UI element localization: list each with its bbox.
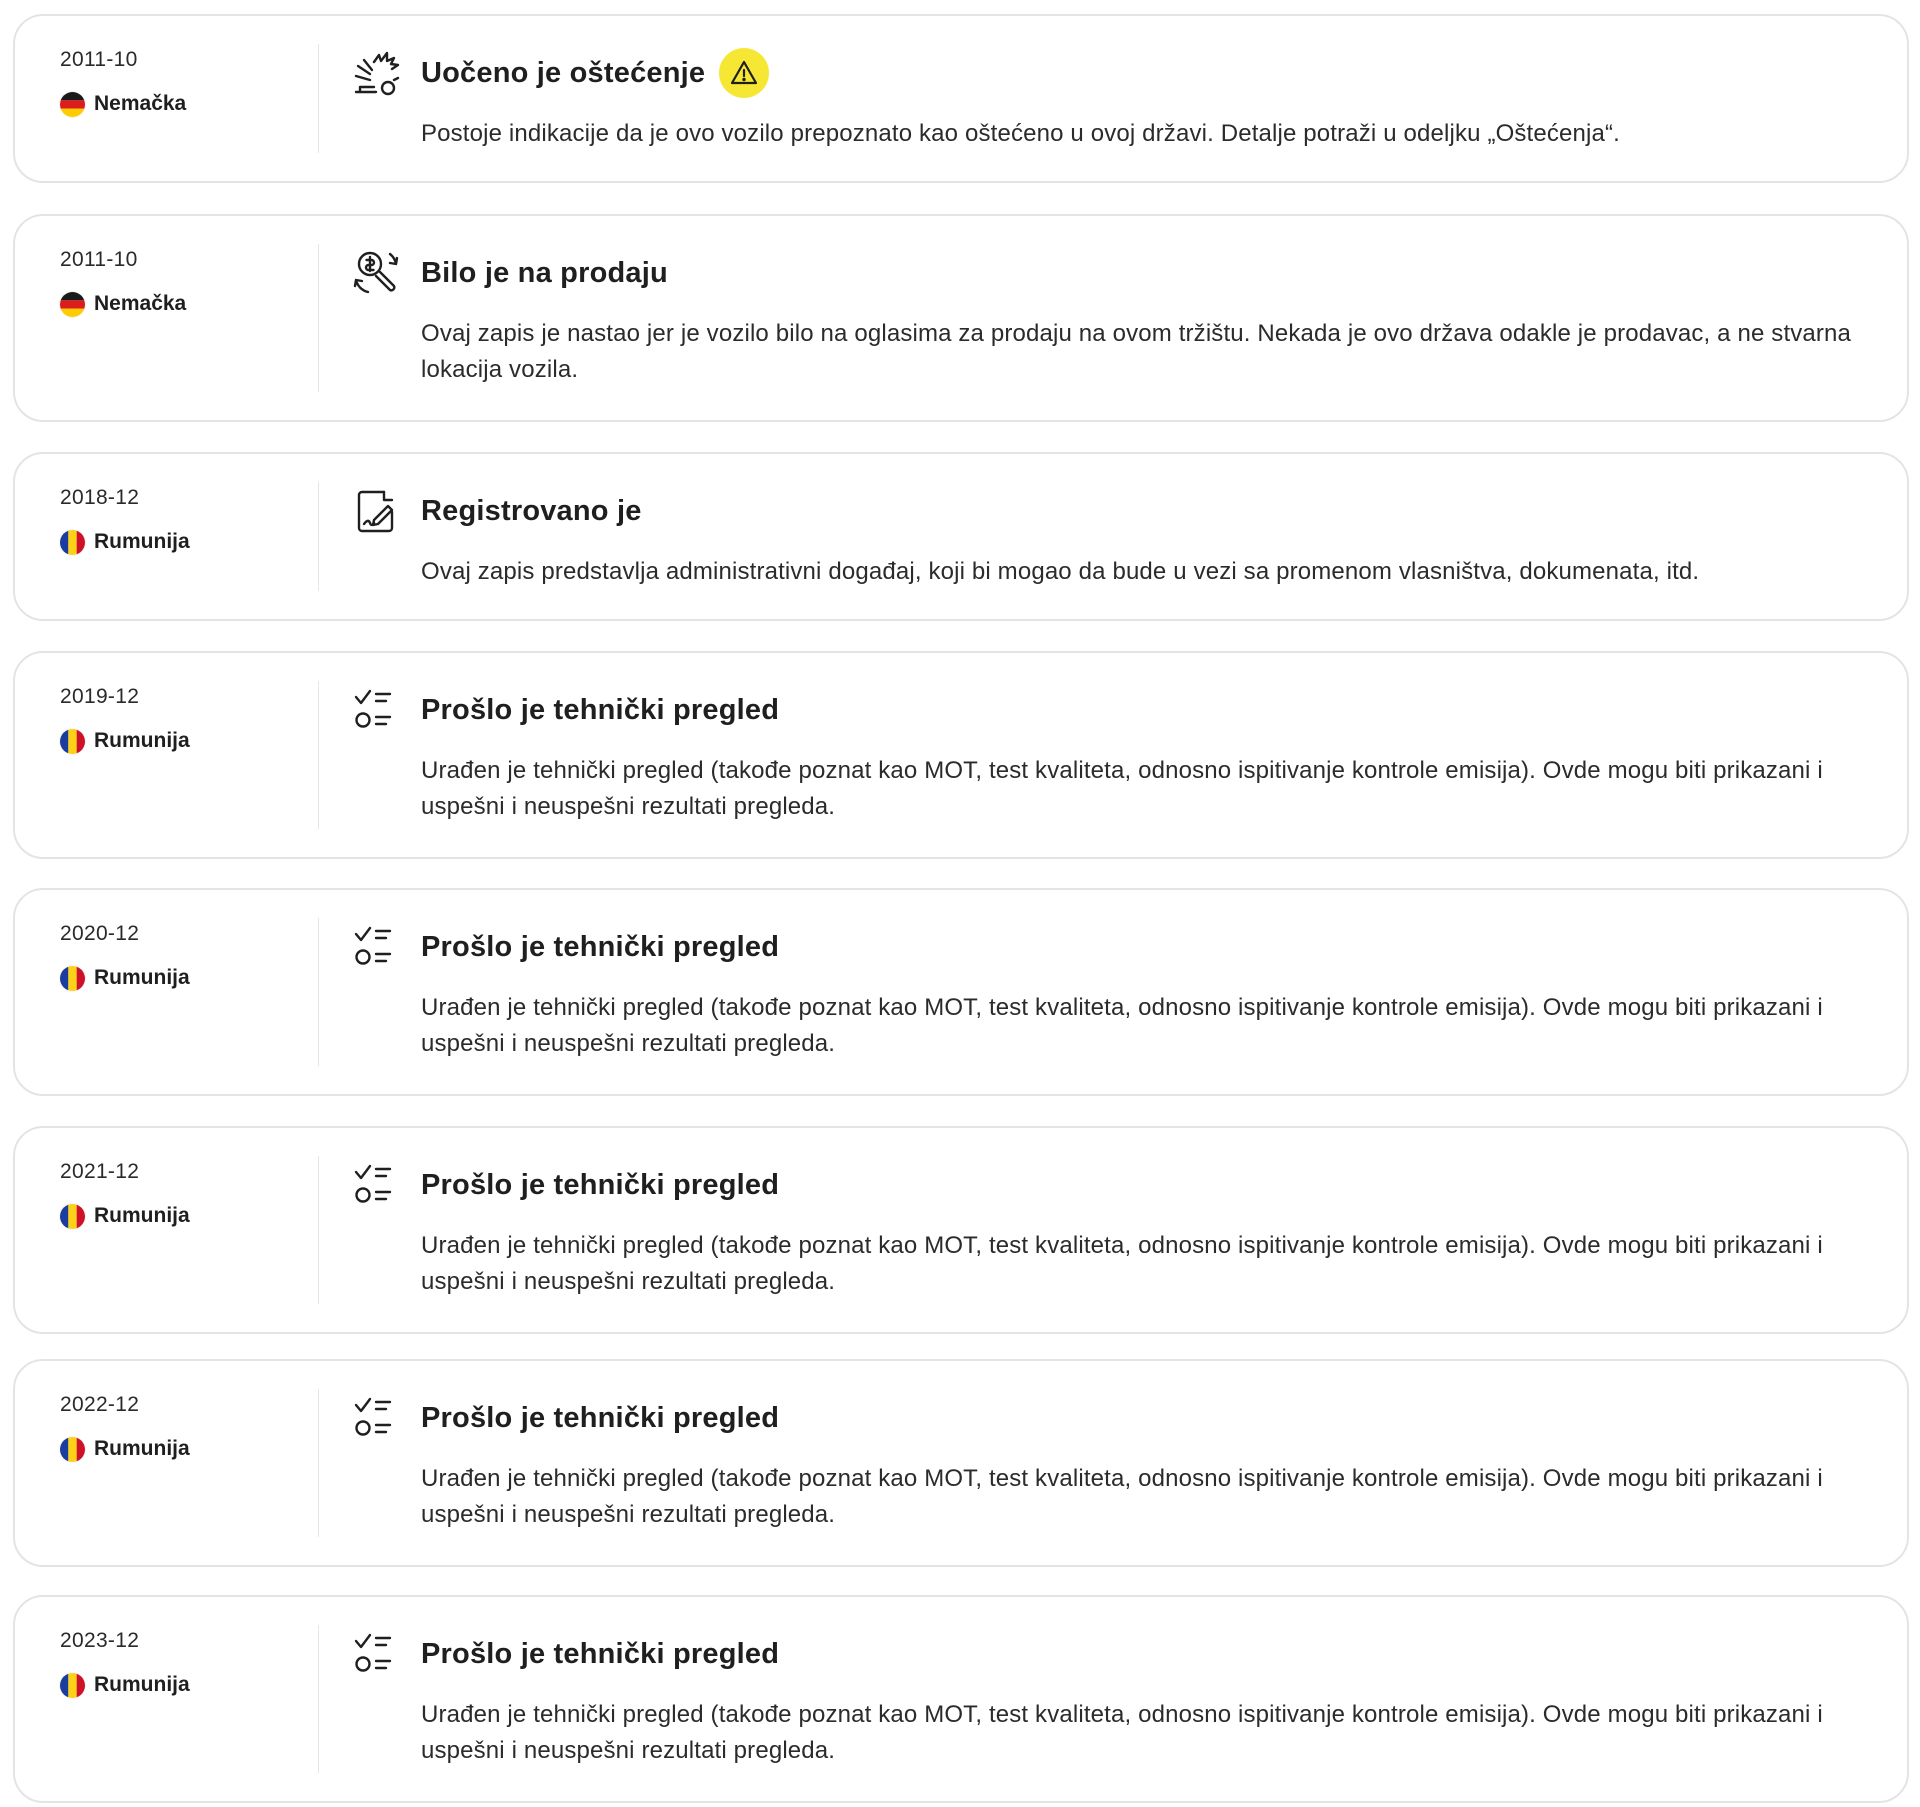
event-title-row: Uočeno je oštećenje	[421, 46, 770, 100]
event-country-label: Rumunija	[94, 966, 190, 989]
romania-flag-icon	[60, 1436, 85, 1462]
card-divider	[318, 482, 319, 591]
event-title: Prošlo je tehnički pregled	[421, 1637, 780, 1670]
romania-flag-icon	[60, 529, 85, 555]
event-description: Ovaj zapis je nastao jer je vozilo bilo …	[421, 320, 1852, 383]
event-country-label: Rumunija	[94, 530, 190, 553]
card-divider	[318, 44, 319, 153]
event-meta: 2011-10 Nemačka	[60, 246, 300, 318]
event-description: Urađen je tehnički pregled (takođe pozna…	[421, 757, 1823, 820]
checklist-icon	[350, 1627, 404, 1681]
event-title: Prošlo je tehnički pregled	[421, 930, 780, 963]
event-meta: 2018-12 Rumunija	[60, 484, 300, 556]
event-description: Postoje indikacije da je ovo vozilo prep…	[421, 120, 1620, 147]
romania-flag-icon	[60, 1672, 85, 1698]
romania-flag-icon	[60, 965, 85, 991]
event-description: Urađen je tehnički pregled (takođe pozna…	[421, 1701, 1823, 1764]
timeline-event-card: 2023-12 Rumunija Prošlo je tehnički preg…	[13, 1595, 1909, 1803]
event-description: Urađen je tehnički pregled (takođe pozna…	[421, 994, 1823, 1057]
checklist-icon	[350, 1391, 404, 1445]
for-sale-icon	[350, 246, 404, 300]
timeline-event-card: 2020-12 Rumunija Prošlo je tehnički preg…	[13, 888, 1909, 1096]
timeline-event-card: 2011-10 Nemačka Bilo je na prodaju Ovaj …	[13, 214, 1909, 422]
event-country-label: Rumunija	[94, 1204, 190, 1227]
event-description: Urađen je tehnički pregled (takođe pozna…	[421, 1232, 1823, 1295]
event-date: 2011-10	[60, 48, 138, 71]
checklist-icon	[350, 1158, 404, 1212]
registration-document-icon	[350, 484, 404, 538]
event-title-row: Prošlo je tehnički pregled	[421, 1627, 779, 1681]
event-country-label: Rumunija	[94, 729, 190, 752]
event-meta: 2020-12 Rumunija	[60, 920, 300, 992]
card-divider	[318, 244, 319, 392]
card-divider	[318, 1625, 319, 1773]
vehicle-history-timeline: 2011-10 Nemačka Uočeno je oštećenje Post…	[0, 0, 1920, 1807]
event-meta: 2011-10 Nemačka	[60, 46, 300, 118]
romania-flag-icon	[60, 728, 85, 754]
event-title-row: Prošlo je tehnički pregled	[421, 1158, 779, 1212]
card-divider	[318, 918, 319, 1066]
timeline-event-card: 2019-12 Rumunija Prošlo je tehnički preg…	[13, 651, 1909, 859]
event-date: 2011-10	[60, 248, 138, 271]
event-title-row: Prošlo je tehnički pregled	[421, 920, 779, 974]
event-date: 2019-12	[60, 685, 140, 708]
event-country-label: Rumunija	[94, 1437, 190, 1460]
event-title-row: Prošlo je tehnički pregled	[421, 1391, 779, 1445]
event-date: 2023-12	[60, 1629, 140, 1652]
card-divider	[318, 1156, 319, 1304]
event-country-label: Nemačka	[94, 92, 187, 115]
timeline-event-card: 2011-10 Nemačka Uočeno je oštećenje Post…	[13, 14, 1909, 183]
timeline-event-card: 2022-12 Rumunija Prošlo je tehnički preg…	[13, 1359, 1909, 1567]
event-country: Rumunija	[60, 528, 300, 556]
event-title: Prošlo je tehnički pregled	[421, 693, 780, 726]
timeline-event-card: 2018-12 Rumunija Registrovano je Ovaj za…	[13, 452, 1909, 621]
checklist-icon	[350, 920, 404, 974]
timeline-event-card: 2021-12 Rumunija Prošlo je tehnički preg…	[13, 1126, 1909, 1334]
event-meta: 2019-12 Rumunija	[60, 683, 300, 755]
event-description: Urađen je tehnički pregled (takođe pozna…	[421, 1465, 1823, 1528]
event-title: Prošlo je tehnički pregled	[421, 1401, 780, 1434]
event-title: Registrovano je	[421, 494, 642, 527]
event-date: 2021-12	[60, 1160, 140, 1183]
event-country-label: Nemačka	[94, 292, 187, 315]
event-description: Ovaj zapis predstavlja administrativni d…	[421, 558, 1700, 585]
event-title: Uočeno je oštećenje	[421, 56, 706, 89]
event-date: 2022-12	[60, 1393, 140, 1416]
event-country: Nemačka	[60, 290, 300, 318]
warning-icon	[719, 48, 770, 98]
event-country: Rumunija	[60, 964, 300, 992]
event-meta: 2021-12 Rumunija	[60, 1158, 300, 1230]
event-country-label: Rumunija	[94, 1673, 190, 1696]
event-country: Rumunija	[60, 727, 300, 755]
germany-flag-icon	[60, 291, 85, 317]
event-country: Rumunija	[60, 1435, 300, 1463]
checklist-icon	[350, 683, 404, 737]
event-title: Prošlo je tehnički pregled	[421, 1168, 780, 1201]
romania-flag-icon	[60, 1203, 85, 1229]
event-meta: 2023-12 Rumunija	[60, 1627, 300, 1699]
germany-flag-icon	[60, 91, 85, 117]
event-title-row: Prošlo je tehnički pregled	[421, 683, 779, 737]
event-title-row: Registrovano je	[421, 484, 642, 538]
event-country: Rumunija	[60, 1202, 300, 1230]
event-title: Bilo je na prodaju	[421, 256, 668, 289]
event-country: Rumunija	[60, 1671, 300, 1699]
event-meta: 2022-12 Rumunija	[60, 1391, 300, 1463]
event-date: 2020-12	[60, 922, 140, 945]
damage-crash-icon	[350, 46, 404, 100]
card-divider	[318, 681, 319, 829]
card-divider	[318, 1389, 319, 1537]
event-country: Nemačka	[60, 90, 300, 118]
event-title-row: Bilo je na prodaju	[421, 246, 668, 300]
event-date: 2018-12	[60, 486, 140, 509]
